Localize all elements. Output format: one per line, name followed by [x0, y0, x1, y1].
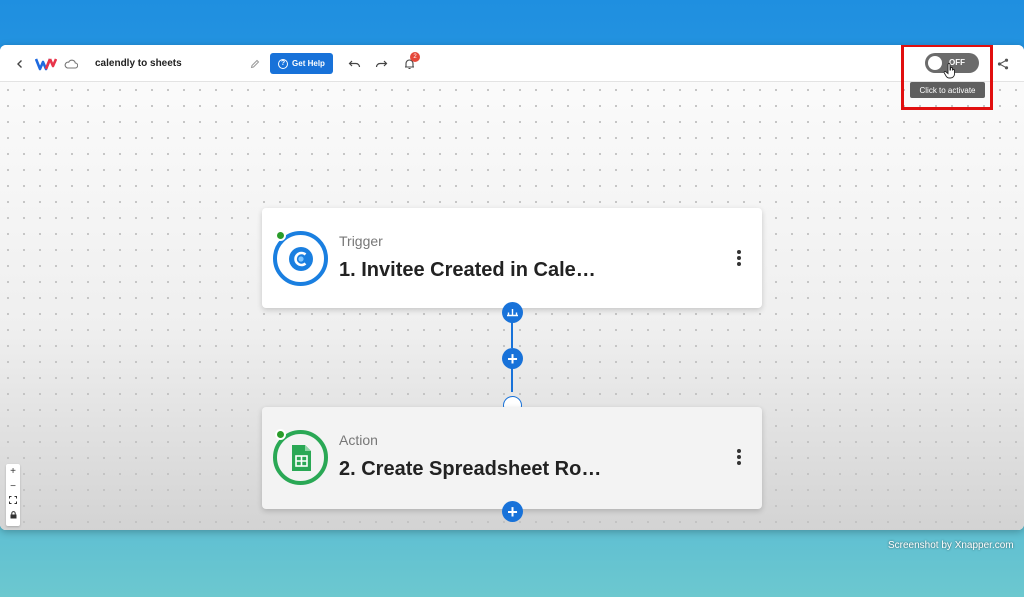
highlight-box — [901, 45, 993, 110]
zoom-controls: + − — [6, 464, 20, 526]
undo-icon — [348, 60, 360, 67]
step-menu-button[interactable] — [732, 447, 746, 469]
step-status-dot — [275, 429, 286, 440]
step-title: 2. Create Spreadsheet Ro… — [339, 458, 602, 480]
app-logo[interactable] — [34, 45, 58, 82]
zoom-out-button[interactable]: − — [6, 479, 20, 494]
pencil-icon — [250, 59, 260, 68]
trigger-step-card[interactable]: Trigger 1. Invitee Created in Cale… — [262, 208, 762, 308]
rename-button[interactable] — [248, 45, 262, 82]
zoom-in-button[interactable]: + — [6, 464, 20, 479]
kebab-dot — [737, 455, 741, 459]
share-icon — [997, 58, 1009, 69]
toolbar: calendly to sheets ? Get Help 2 OFF — [0, 45, 1024, 82]
share-button[interactable] — [995, 45, 1011, 82]
step-title: 1. Invitee Created in Cale… — [339, 259, 596, 281]
step-menu-button[interactable] — [732, 248, 746, 270]
kebab-dot — [737, 256, 741, 260]
connector-line — [511, 367, 513, 392]
notifications-button[interactable] — [400, 45, 418, 82]
logo-icon — [35, 57, 57, 70]
calendly-icon — [288, 246, 313, 271]
watermark: Screenshot by Xnapper.com — [888, 540, 1014, 551]
get-help-label: Get Help — [292, 59, 325, 68]
workflow-name[interactable]: calendly to sheets — [95, 45, 182, 82]
redo-button[interactable] — [373, 45, 389, 82]
workflow-canvas[interactable]: Trigger 1. Invitee Created in Cale… + Ac… — [0, 82, 1024, 530]
add-step-button[interactable]: + — [502, 501, 523, 522]
step-type-label: Trigger — [339, 233, 383, 249]
notification-badge: 2 — [410, 52, 420, 62]
add-step-button[interactable]: + — [502, 348, 523, 369]
plus-icon: + — [507, 501, 518, 522]
plus-icon: + — [507, 348, 518, 369]
kebab-dot — [737, 461, 741, 465]
cloud-icon — [64, 59, 78, 69]
chevron-left-icon — [17, 59, 22, 68]
editor-window: calendly to sheets ? Get Help 2 OFF Trig… — [0, 45, 1024, 530]
kebab-dot — [737, 449, 741, 453]
google-sheets-icon — [291, 444, 311, 471]
branch-node[interactable] — [502, 302, 523, 323]
fit-view-icon — [9, 496, 17, 504]
kebab-dot — [737, 250, 741, 254]
question-icon: ? — [278, 58, 289, 69]
cloud-status[interactable] — [62, 45, 80, 82]
redo-icon — [375, 60, 387, 67]
step-status-dot — [275, 230, 286, 241]
action-step-card[interactable]: Action 2. Create Spreadsheet Ro… — [262, 407, 762, 509]
branch-icon — [507, 309, 518, 317]
kebab-dot — [737, 262, 741, 266]
lock-icon — [10, 511, 16, 519]
undo-button[interactable] — [346, 45, 362, 82]
back-button[interactable] — [12, 45, 28, 82]
lock-button[interactable] — [6, 509, 20, 524]
fit-view-button[interactable] — [6, 494, 20, 509]
step-type-label: Action — [339, 432, 378, 448]
get-help-button[interactable]: ? Get Help — [270, 53, 333, 74]
